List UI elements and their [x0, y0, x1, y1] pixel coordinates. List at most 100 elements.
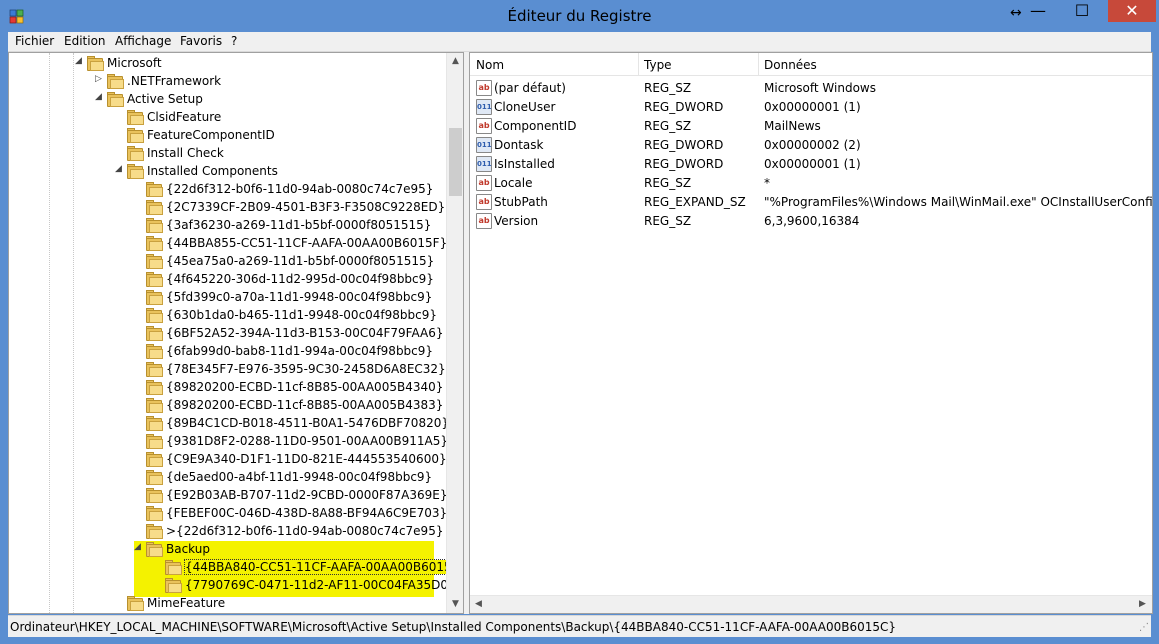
value-row[interactable]: ab (par défaut) REG_SZ Microsoft Windows — [470, 78, 1152, 97]
tree-node[interactable]: ◢ Active Setup — [9, 90, 446, 108]
value-data: * — [764, 176, 770, 190]
menu-affichage[interactable]: Affichage — [115, 34, 171, 48]
tree-node[interactable]: {89820200-ECBD-11cf-8B85-00AA005B4383} — [9, 396, 446, 414]
menu-edition[interactable]: Edition — [64, 34, 106, 48]
list-horizontal-scrollbar[interactable]: ◀ ▶ — [470, 595, 1152, 613]
tree-node[interactable]: {89820200-ECBD-11cf-8B85-00AA005B4340} — [9, 378, 446, 396]
tree-node[interactable]: ◢ Microsoft — [9, 54, 446, 72]
value-row[interactable]: ab Version REG_SZ 6,3,9600,16384 — [470, 211, 1152, 230]
tree-node-label: {630b1da0-b465-11d1-9948-00c04f98bbc9} — [166, 308, 438, 322]
folder-icon — [146, 380, 163, 395]
tree-node-label: ClsidFeature — [147, 110, 222, 124]
tree-node[interactable]: {630b1da0-b465-11d1-9948-00c04f98bbc9} — [9, 306, 446, 324]
value-type: REG_DWORD — [644, 138, 724, 152]
tree-node[interactable]: {3af36230-a269-11d1-b5bf-0000f8051515} — [9, 216, 446, 234]
tree-node[interactable]: {5fd399c0-a70a-11d1-9948-00c04f98bbc9} — [9, 288, 446, 306]
tree-node[interactable]: ClsidFeature — [9, 108, 446, 126]
status-bar: Ordinateur\HKEY_LOCAL_MACHINE\SOFTWARE\M… — [8, 615, 1151, 637]
scroll-right-arrow-icon[interactable]: ▶ — [1134, 596, 1151, 613]
tree-node-label: {45ea75a0-a269-11d1-b5bf-0000f8051515} — [166, 254, 435, 268]
tree-node[interactable]: >{22d6f312-b0f6-11d0-94ab-0080c74c7e95} — [9, 522, 446, 540]
menu-fichier[interactable]: Fichier — [15, 34, 54, 48]
tree-node[interactable]: {7790769C-0471-11d2-AF11-00C04FA35D02} — [9, 576, 446, 594]
minimize-button[interactable]: — — [1016, 0, 1060, 22]
expand-arrow-icon[interactable]: ▷ — [94, 75, 103, 84]
maximize-button[interactable]: ☐ — [1060, 0, 1104, 22]
scroll-up-arrow-icon[interactable]: ▲ — [447, 53, 463, 70]
folder-icon — [146, 182, 163, 197]
value-row[interactable]: 011 CloneUser REG_DWORD 0x00000001 (1) — [470, 97, 1152, 116]
tree-node[interactable]: Install Check — [9, 144, 446, 162]
tree-node[interactable]: ◢ Backup — [9, 540, 446, 558]
column-type[interactable]: Type — [644, 58, 672, 72]
tree-node[interactable]: {2C7339CF-2B09-4501-B3F3-F3508C9228ED} — [9, 198, 446, 216]
scroll-left-arrow-icon[interactable]: ◀ — [470, 596, 487, 613]
value-type: REG_SZ — [644, 214, 692, 228]
folder-icon — [146, 290, 163, 305]
status-path: Ordinateur\HKEY_LOCAL_MACHINE\SOFTWARE\M… — [10, 620, 897, 634]
menu-favoris[interactable]: Favoris — [180, 34, 222, 48]
content-area: ◢ Microsoft ▷ .NETFramework ◢ Active Setup Cls… — [8, 52, 1153, 614]
title-bar[interactable]: Éditeur du Registre ↔ — ☐ ✕ — [0, 0, 1159, 32]
tree-node[interactable]: {de5aed00-a4bf-11d1-9948-00c04f98bbc9} — [9, 468, 446, 486]
tree-node-label: >{22d6f312-b0f6-11d0-94ab-0080c74c7e95} — [166, 524, 444, 538]
column-separator[interactable] — [758, 53, 759, 75]
folder-icon — [146, 344, 163, 359]
column-nom[interactable]: Nom — [476, 58, 504, 72]
folder-icon — [146, 200, 163, 215]
tree-node[interactable]: {22d6f312-b0f6-11d0-94ab-0080c74c7e95} — [9, 180, 446, 198]
tree-node[interactable]: {9381D8F2-0288-11D0-9501-00AA00B911A5} — [9, 432, 446, 450]
value-row[interactable]: 011 IsInstalled REG_DWORD 0x00000001 (1) — [470, 154, 1152, 173]
tree-scroll-thumb[interactable] — [449, 128, 462, 196]
resize-grip-icon[interactable]: ⋰ — [1139, 622, 1149, 633]
value-data: 0x00000001 (1) — [764, 157, 861, 171]
value-row[interactable]: ab StubPath REG_EXPAND_SZ "%ProgramFiles%\W… — [470, 192, 1152, 211]
tree-node[interactable]: {6BF52A52-394A-11d3-B153-00C04F79FAA6} — [9, 324, 446, 342]
value-data: 0x00000002 (2) — [764, 138, 861, 152]
key-tree-pane[interactable]: ◢ Microsoft ▷ .NETFramework ◢ Active Setup Cls… — [8, 52, 464, 614]
folder-icon — [87, 56, 104, 71]
list-header: Nom Type Données — [470, 53, 1152, 76]
value-row[interactable]: 011 Dontask REG_DWORD 0x00000002 (2) — [470, 135, 1152, 154]
tree-node-label: {FEBEF00C-046D-438D-8A88-BF94A6C9E703} — [166, 506, 446, 520]
value-name: (par défaut) — [494, 81, 566, 95]
binary-value-icon: 011 — [476, 99, 492, 115]
tree-node[interactable]: {89B4C1CD-B018-4511-B0A1-5476DBF70820} — [9, 414, 446, 432]
value-row[interactable]: ab ComponentID REG_SZ MailNews — [470, 116, 1152, 135]
tree-vertical-scrollbar[interactable]: ▲ ▼ — [446, 53, 463, 613]
tree-node[interactable]: {4f645220-306d-11d2-995d-00c04f98bbc9} — [9, 270, 446, 288]
menu-help[interactable]: ? — [231, 34, 237, 48]
tree-node[interactable]: {44BBA855-CC51-11CF-AAFA-00AA00B6015F} — [9, 234, 446, 252]
tree-node[interactable]: FeatureComponentID — [9, 126, 446, 144]
tree-node-label: {89B4C1CD-B018-4511-B0A1-5476DBF70820} — [166, 416, 446, 430]
key-tree: ◢ Microsoft ▷ .NETFramework ◢ Active Setup Cls… — [9, 53, 446, 613]
tree-node[interactable]: {78E345F7-E976-3595-9C30-2458D6A8EC32} — [9, 360, 446, 378]
tree-node-label: {E92B03AB-B707-11d2-9CBD-0000F87A369E} — [166, 488, 446, 502]
tree-node-label: {6BF52A52-394A-11d3-B153-00C04F79FAA6} — [166, 326, 444, 340]
tree-node[interactable]: {C9E9A340-D1F1-11D0-821E-444553540600} — [9, 450, 446, 468]
column-separator[interactable] — [638, 53, 639, 75]
value-name: Locale — [494, 176, 533, 190]
collapse-arrow-icon[interactable]: ◢ — [74, 57, 83, 66]
tree-node[interactable]: {FEBEF00C-046D-438D-8A88-BF94A6C9E703} — [9, 504, 446, 522]
tree-node-label: {44BBA855-CC51-11CF-AAFA-00AA00B6015F} — [166, 236, 446, 250]
tree-node[interactable]: ◢ Installed Components — [9, 162, 446, 180]
values-list-pane[interactable]: Nom Type Données ab (par défaut) REG_SZ Mic… — [469, 52, 1153, 614]
tree-node[interactable]: {44BBA840-CC51-11CF-AAFA-00AA00B6015C} — [9, 558, 446, 576]
tree-node[interactable]: {45ea75a0-a269-11d1-b5bf-0000f8051515} — [9, 252, 446, 270]
tree-node[interactable]: {6fab99d0-bab8-11d1-994a-00c04f98bbc9} — [9, 342, 446, 360]
tree-node[interactable]: {E92B03AB-B707-11d2-9CBD-0000F87A369E} — [9, 486, 446, 504]
value-row[interactable]: ab Locale REG_SZ * — [470, 173, 1152, 192]
collapse-arrow-icon[interactable]: ◢ — [94, 93, 103, 102]
column-donnees[interactable]: Données — [764, 58, 817, 72]
close-button[interactable]: ✕ — [1108, 0, 1156, 22]
tree-node-label: {7790769C-0471-11d2-AF11-00C04FA35D02} — [185, 578, 446, 592]
collapse-arrow-icon[interactable]: ◢ — [133, 543, 142, 552]
tree-node[interactable]: MimeFeature — [9, 594, 446, 612]
tree-node-label: {78E345F7-E976-3595-9C30-2458D6A8EC32} — [166, 362, 446, 376]
value-name: CloneUser — [494, 100, 556, 114]
tree-node[interactable]: ▷ .NETFramework — [9, 72, 446, 90]
scroll-down-arrow-icon[interactable]: ▼ — [447, 596, 463, 613]
folder-icon — [107, 92, 124, 107]
collapse-arrow-icon[interactable]: ◢ — [114, 165, 123, 174]
